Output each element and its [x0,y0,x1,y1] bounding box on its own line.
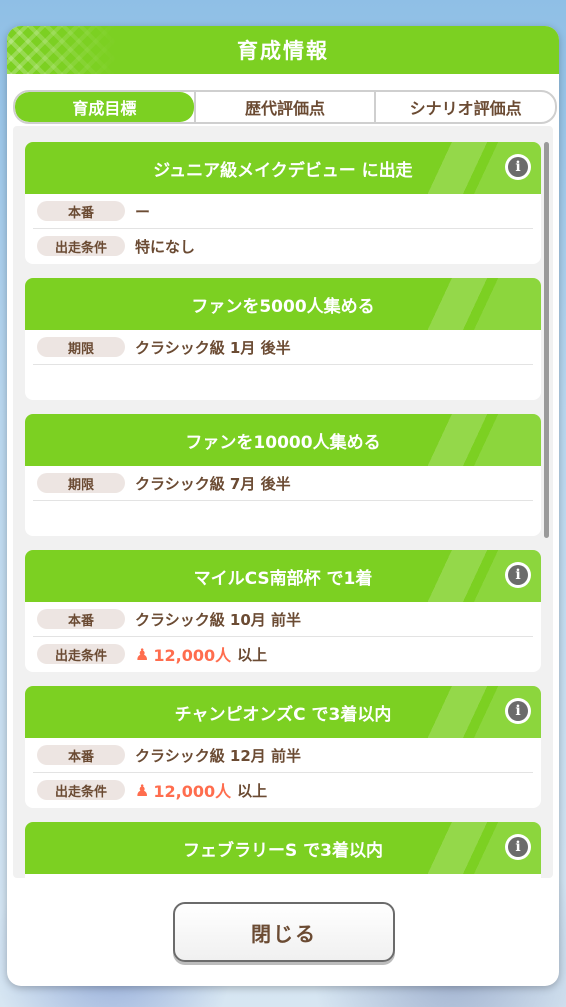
info-glyph: i [508,701,528,721]
info-glyph: i [508,565,528,585]
row-label: 出走条件 [37,780,125,800]
goal-title: マイルCS南部杯 で1着 [193,568,373,589]
goal-card: ファンを5000人集める 期限 クラシック級 1月 後半 [25,278,541,400]
row-value: ー [135,202,151,221]
goal-title: ファンを5000人集める [191,296,375,317]
row-value: 特になし [135,237,196,256]
info-icon[interactable]: i [505,834,531,860]
goal-title: フェブラリーS で3着以内 [183,840,383,861]
close-button-label: 閉じる [251,921,317,946]
goal-card-header: ファンを5000人集める [25,278,541,330]
goal-row: 本番 クラシック級 12月 前半 [33,738,533,773]
dialog-title: 育成情報 [237,39,329,63]
tab-training-goals[interactable]: 育成目標 [15,92,194,122]
row-label: 本番 [37,609,125,629]
close-button[interactable]: 閉じる [173,902,395,962]
row-value: クラシック級 7月 後半 [135,474,291,493]
tab-history-scores[interactable]: 歴代評価点 [193,92,375,122]
goal-card-header: ファンを10000人集める [25,414,541,466]
goal-card: フェブラリーS で3着以内 i [25,822,541,878]
scrollbar[interactable] [544,142,549,538]
row-value: クラシック級 10月 前半 [135,610,302,629]
row-label: 本番 [37,745,125,765]
goal-card-header: フェブラリーS で3着以内 i [25,822,541,874]
fan-icon: ♟ [135,780,150,800]
goal-card: マイルCS南部杯 で1着 i 本番 クラシック級 10月 前半 出走条件 ♟ 1… [25,550,541,672]
row-suffix: 以上 [237,781,268,800]
goal-row: 本番 ー [33,194,533,229]
goal-card-header: マイルCS南部杯 で1着 i [25,550,541,602]
training-info-dialog: 育成情報 育成目標 歴代評価点 シナリオ評価点 ジュニア級メイクデビュー に出走… [7,26,559,986]
goal-row: 期限 クラシック級 1月 後半 [33,330,533,365]
goal-list[interactable]: ジュニア級メイクデビュー に出走 i 本番 ー 出走条件 特になし ファンを50… [13,126,553,878]
row-value: クラシック級 12月 前半 [135,746,302,765]
goal-row: 本番 クラシック級 10月 前半 [33,602,533,637]
goal-card-header: ジュニア級メイクデビュー に出走 i [25,142,541,194]
fan-count: 12,000人 [153,646,232,665]
header-decoration [421,414,541,466]
header-decoration [421,278,541,330]
goal-title: ファンを10000人集める [185,432,381,453]
info-icon[interactable]: i [505,154,531,180]
row-label: 出走条件 [37,236,125,256]
fan-count: 12,000人 [153,782,232,801]
goal-card-header: チャンピオンズC で3着以内 i [25,686,541,738]
tab-bar: 育成目標 歴代評価点 シナリオ評価点 [13,90,557,124]
row-label: 期限 [37,337,125,357]
fan-icon: ♟ [135,644,150,664]
goal-row: 期限 クラシック級 7月 後半 [33,466,533,501]
goal-title: チャンピオンズC で3着以内 [174,704,392,725]
header-pattern [7,26,117,74]
info-icon[interactable]: i [505,562,531,588]
row-suffix: 以上 [237,645,268,664]
info-glyph: i [508,837,528,857]
goal-row: 出走条件 ♟ 12,000人 以上 [33,637,533,671]
goal-row: 出走条件 ♟ 12,000人 以上 [33,773,533,807]
info-glyph: i [508,157,528,177]
row-label: 出走条件 [37,644,125,664]
row-label: 期限 [37,473,125,493]
goal-title: ジュニア級メイクデビュー に出走 [153,160,413,181]
goal-card: ファンを10000人集める 期限 クラシック級 7月 後半 [25,414,541,536]
goal-row: 出走条件 特になし [33,229,533,263]
row-label: 本番 [37,201,125,221]
info-icon[interactable]: i [505,698,531,724]
goal-card: チャンピオンズC で3着以内 i 本番 クラシック級 12月 前半 出走条件 ♟… [25,686,541,808]
row-value: クラシック級 1月 後半 [135,338,291,357]
tab-scenario-scores[interactable]: シナリオ評価点 [374,92,555,122]
dialog-header: 育成情報 [7,26,559,74]
goal-card: ジュニア級メイクデビュー に出走 i 本番 ー 出走条件 特になし [25,142,541,264]
